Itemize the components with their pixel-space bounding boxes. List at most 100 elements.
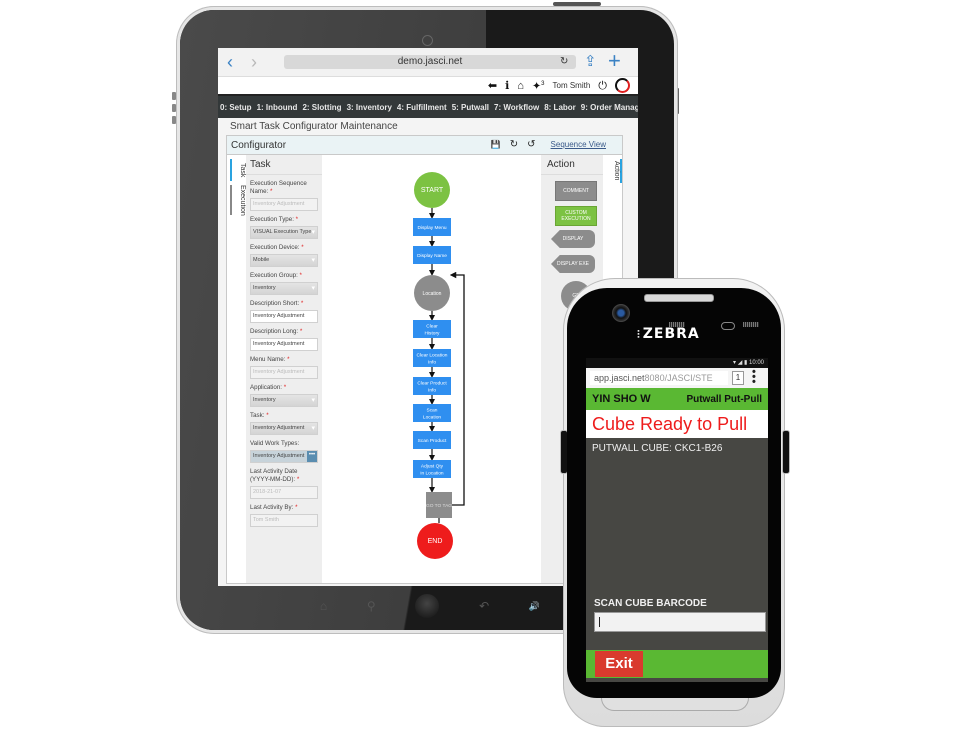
form-field: Description Long: * Inventory Adjustment <box>246 328 322 351</box>
status-bar: ▾ ◢ ▮ 10:00 <box>586 358 768 368</box>
camera-icon <box>612 304 630 322</box>
scan-barcode-input[interactable] <box>594 612 766 632</box>
sequence-view-link[interactable]: Sequence View <box>551 140 606 149</box>
info-icon[interactable]: ℹ <box>505 79 509 93</box>
more-options-button[interactable]: ••• <box>307 451 317 462</box>
zebra-mark-icon: ⫶ <box>637 328 641 341</box>
phone-footer: Exit <box>586 650 768 678</box>
user-name[interactable]: Tom Smith <box>553 81 591 90</box>
required-mark: * <box>299 272 302 279</box>
tab-execution[interactable]: Execution <box>230 185 246 216</box>
action-panel-title: Action <box>541 155 603 175</box>
phone-sensor <box>721 322 735 330</box>
field-input[interactable]: Inventory Adjustment <box>250 422 318 435</box>
chevron-left-icon[interactable]: ‹ <box>218 48 242 76</box>
flow-node-label: Info <box>428 388 436 394</box>
home-icon[interactable]: ⌂ <box>517 79 524 93</box>
address-bar[interactable]: demo.jasci.net <box>284 55 576 69</box>
form-field: Last Activity By: * Tom Smith <box>246 504 322 527</box>
required-mark: * <box>287 356 290 363</box>
menu-item[interactable]: 9: Order Management <box>581 103 638 112</box>
action-display[interactable]: DISPLAY <box>551 230 595 248</box>
flow-node-label: History <box>425 331 441 337</box>
field-label: Description Short: * <box>250 300 304 307</box>
home-icon[interactable]: ⌂ <box>320 599 327 613</box>
form-field: Menu Name: * Inventory Adjustment <box>246 356 322 379</box>
tab-action[interactable]: Action <box>606 159 622 183</box>
menu-item[interactable]: 7: Workflow <box>494 103 539 112</box>
volume-icon[interactable]: 🔊 <box>529 601 540 612</box>
flow-node-label: Clear Location <box>417 353 448 359</box>
field-input[interactable]: Inventory Adjustment <box>250 310 318 323</box>
field-label: Task: * <box>250 412 269 419</box>
flow-node-label: Display Menu <box>417 225 446 231</box>
menu-item[interactable]: 0: Setup <box>220 103 252 112</box>
back-circle-icon[interactable]: ⬅ <box>488 79 497 93</box>
left-vertical-tabs: Task Execution <box>227 155 246 583</box>
flow-diagram: START Display Menu Display Name Location Cle… <box>413 172 465 559</box>
field-input[interactable]: Inventory Adjustment ••• <box>250 450 318 463</box>
field-label: Description Long: * <box>250 328 303 335</box>
overflow-menu-icon[interactable]: • • • <box>752 367 756 388</box>
field-input[interactable]: Inventory <box>250 394 318 407</box>
menu-item[interactable]: 1: Inbound <box>257 103 298 112</box>
menu-item[interactable]: 2: Slotting <box>302 103 341 112</box>
field-input[interactable]: Mobile <box>250 254 318 267</box>
form-field: Description Short: * Inventory Adjustment <box>246 300 322 323</box>
reload-icon[interactable]: ↻ <box>560 55 568 69</box>
flow-node-label: Location <box>423 415 441 421</box>
form-field: Execution Device: * Mobile <box>246 244 322 267</box>
field-label: Last Activity By: * <box>250 504 298 511</box>
speaker-grill-right <box>743 322 759 327</box>
field-input: Inventory Adjustment <box>250 366 318 379</box>
search-icon[interactable]: ⚲ <box>367 599 376 613</box>
required-mark: * <box>300 300 304 307</box>
task-panel: Task Execution Sequence Name: * Inventory… <box>246 155 322 583</box>
notification-icon[interactable]: ✦3 <box>532 77 545 94</box>
form-field: Task: * Inventory Adjustment <box>246 412 322 435</box>
required-mark: * <box>283 384 287 391</box>
field-input[interactable]: Inventory Adjustment <box>250 338 318 351</box>
home-button[interactable] <box>415 594 440 618</box>
field-input[interactable]: Inventory <box>250 282 318 295</box>
brand-logo: ⫶ ZEBRA <box>637 326 700 342</box>
refresh-icon[interactable]: ↻ <box>510 139 518 150</box>
phone-face: ⫶ ZEBRA ▾ ◢ ▮ 10:00 app.jasci.net8080/JAS… <box>567 288 781 698</box>
menu-item[interactable]: 4: Fulfillment <box>397 103 447 112</box>
form-field: Execution Group: * Inventory <box>246 272 322 295</box>
action-comment[interactable]: COMMENT <box>555 181 597 201</box>
status-icons: ▾ ◢ ▮ <box>733 360 748 366</box>
action-display-exe[interactable]: DISPLAY EXE <box>551 255 595 273</box>
field-input: Tom Smith <box>250 514 318 527</box>
undo-icon[interactable]: ↺ <box>527 139 535 150</box>
form-field: Valid Work Types: Inventory Adjustment ••• <box>246 440 322 463</box>
field-label: Menu Name: * <box>250 356 290 363</box>
chevron-right-icon[interactable]: › <box>242 48 266 76</box>
save-icon[interactable]: 💾 <box>491 140 501 149</box>
required-mark: * <box>296 476 300 483</box>
field-label: Execution Device: * <box>250 244 304 251</box>
tab-task[interactable]: Task <box>230 159 246 181</box>
field-input[interactable]: VISUAL Execution Type <box>250 226 318 239</box>
flow-node-label: Clear Product <box>417 381 447 387</box>
tab-count-button[interactable]: 1 <box>732 371 744 385</box>
field-label: Execution Type: * <box>250 216 299 223</box>
menu-item[interactable]: 5: Putwall <box>452 103 489 112</box>
phone-address-bar[interactable]: app.jasci.net8080/JASCI/STE <box>590 371 728 385</box>
tablet-camera-icon <box>422 35 433 46</box>
action-custom-execution[interactable]: CUSTOM EXECUTION <box>555 206 597 226</box>
exit-button[interactable]: Exit <box>595 651 643 677</box>
form-field: Application: * Inventory <box>246 384 322 407</box>
menu-item[interactable]: 8: Labor <box>544 103 576 112</box>
field-label: Last Activity Date (YYYY-MM-DD): * <box>250 468 300 483</box>
plus-icon[interactable]: + <box>608 49 621 73</box>
required-mark: * <box>295 504 298 511</box>
menu-item[interactable]: 3: Inventory <box>347 103 392 112</box>
share-icon[interactable]: ⇪ <box>584 52 597 70</box>
power-icon[interactable]: ⏻ <box>598 79 607 93</box>
phone-bottom-speaker <box>601 698 749 711</box>
flow-node-label: Scan Product <box>418 438 447 444</box>
phone-device: ⫶ ZEBRA ▾ ◢ ▮ 10:00 app.jasci.net8080/JAS… <box>560 278 790 727</box>
back-icon[interactable]: ↶ <box>479 599 489 613</box>
required-mark: * <box>301 244 304 251</box>
